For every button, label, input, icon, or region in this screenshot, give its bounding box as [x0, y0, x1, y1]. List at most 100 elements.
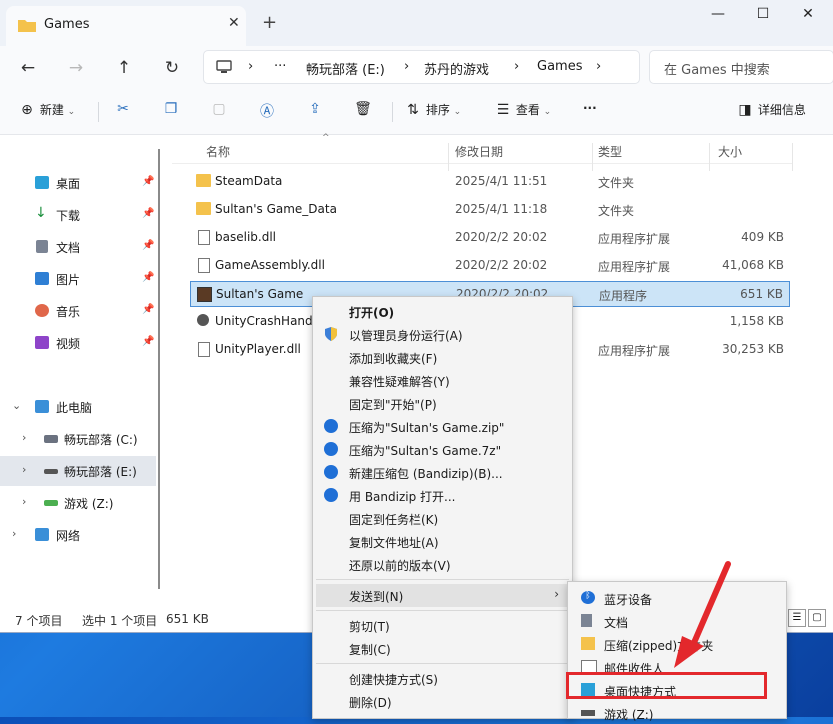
sort-indicator-icon: ^: [322, 133, 330, 143]
sidebar-item-network[interactable]: › 网络: [0, 520, 156, 550]
sidebar-item-music[interactable]: 音乐 📌: [0, 296, 156, 326]
sidebar-item-videos[interactable]: 视频 📌: [0, 328, 156, 358]
minimize-button[interactable]: —: [696, 6, 740, 26]
column-divider[interactable]: [448, 143, 449, 171]
delete-button[interactable]: 🗑: [354, 101, 372, 123]
file-name: Sultan's Game: [216, 287, 304, 301]
breadcrumb-current[interactable]: Games: [537, 59, 582, 74]
close-tab-icon[interactable]: ✕: [228, 15, 240, 31]
close-window-button[interactable]: ✕: [786, 6, 830, 26]
search-input[interactable]: 在 Games 中搜索: [664, 59, 770, 78]
network-icon: [35, 528, 49, 541]
up-button[interactable]: ↑: [111, 55, 137, 81]
chevron-right-icon[interactable]: ›: [22, 495, 26, 508]
details-view-icon[interactable]: ☰: [788, 609, 806, 627]
menu-item-pin-taskbar[interactable]: 固定到任务栏(K): [316, 507, 569, 530]
unity-icon: [197, 314, 209, 326]
address-bar[interactable]: › ··· 畅玩部落 (E:) › 苏丹的游戏 › Games ›: [203, 50, 640, 84]
menu-item-run-as-admin[interactable]: 以管理员身份运行(A): [316, 323, 569, 346]
context-menu: 打开(O) 以管理员身份运行(A) 添加到收藏夹(F) 兼容性疑难解答(Y) 固…: [312, 296, 573, 719]
file-size: 409 KB: [741, 230, 784, 244]
menu-item-zip[interactable]: 压缩为"Sultan's Game.zip": [316, 415, 569, 438]
column-divider[interactable]: [709, 143, 710, 171]
menu-item-send-to[interactable]: 发送到(N) ›: [316, 584, 569, 607]
pin-icon: 📌: [142, 208, 155, 219]
dll-file-icon: [198, 230, 210, 245]
column-divider[interactable]: [792, 143, 793, 171]
breadcrumb-drive[interactable]: 畅玩部落 (E:): [306, 59, 385, 78]
tiles-view-icon[interactable]: ▢: [808, 609, 826, 627]
maximize-button[interactable]: ☐: [741, 6, 785, 26]
submenu-item-label: 蓝牙设备: [604, 593, 653, 607]
menu-item-pin-start[interactable]: 固定到"开始"(P): [316, 392, 569, 415]
menu-item-copy[interactable]: 复制(C): [316, 637, 569, 660]
menu-item-open-bandizip[interactable]: 用 Bandizip 打开...: [316, 484, 569, 507]
details-button[interactable]: ◨ 详细信息: [736, 101, 805, 123]
sidebar-scrollbar[interactable]: [158, 149, 160, 589]
table-row[interactable]: GameAssembly.dll 2020/2/2 20:02 应用程序扩展 4…: [190, 253, 790, 277]
sort-button[interactable]: ⇅ 排序 ⌄: [404, 101, 461, 123]
breadcrumb-more[interactable]: ···: [274, 59, 286, 74]
sidebar-item-pictures[interactable]: 图片 📌: [0, 264, 156, 294]
menu-item-add-favorites[interactable]: 添加到收藏夹(F): [316, 346, 569, 369]
column-type[interactable]: 类型: [598, 143, 622, 160]
tab-games[interactable]: Games ✕: [6, 6, 246, 46]
sidebar-item-downloads[interactable]: ↓ 下载 📌: [0, 200, 156, 230]
table-row[interactable]: Sultan's Game_Data 2025/4/1 11:18 文件夹: [190, 197, 790, 221]
view-button[interactable]: ☰ 查看 ⌄: [494, 101, 552, 123]
chevron-right-icon[interactable]: ›: [12, 527, 16, 540]
send-to-drive-z[interactable]: 游戏 (Z:): [571, 701, 783, 724]
table-row[interactable]: baselib.dll 2020/2/2 20:02 应用程序扩展 409 KB: [190, 225, 790, 249]
file-name: GameAssembly.dll: [215, 258, 325, 272]
drive-icon: [44, 435, 58, 443]
column-date[interactable]: 修改日期: [455, 143, 503, 160]
sidebar-item-this-pc[interactable]: ⌄ 此电脑: [0, 392, 156, 422]
share-button[interactable]: ⇪: [306, 101, 324, 123]
menu-item-cut[interactable]: 剪切(T): [316, 614, 569, 637]
breadcrumb-separator: ›: [404, 59, 410, 74]
menu-item-compat[interactable]: 兼容性疑难解答(Y): [316, 369, 569, 392]
sidebar-item-label: 视频: [56, 337, 81, 351]
new-button[interactable]: ⊕ 新建 ⌄: [18, 101, 75, 123]
cut-button[interactable]: ✂: [114, 101, 132, 123]
menu-item-open[interactable]: 打开(O): [316, 300, 569, 323]
menu-divider: [316, 579, 569, 580]
breadcrumb-folder[interactable]: 苏丹的游戏: [424, 59, 489, 78]
chevron-right-icon[interactable]: ›: [22, 463, 26, 476]
back-button[interactable]: ←: [15, 55, 41, 81]
sidebar-item-drive-c[interactable]: › 畅玩部落 (C:): [0, 424, 156, 454]
menu-item-restore-versions[interactable]: 还原以前的版本(V): [316, 553, 569, 576]
forward-button[interactable]: →: [63, 55, 89, 81]
navigation-pane: 桌面 📌 ↓ 下载 📌 文档 📌 图片 📌 音乐 📌 视频 📌 ⌄ 此电脑 › …: [0, 135, 160, 605]
refresh-button[interactable]: ↻: [159, 55, 185, 81]
folder-icon: [18, 20, 36, 32]
more-options-button[interactable]: ···: [583, 101, 597, 123]
chevron-right-icon[interactable]: ›: [22, 431, 26, 444]
column-name[interactable]: 名称: [206, 143, 230, 160]
menu-item-7z[interactable]: 压缩为"Sultan's Game.7z": [316, 438, 569, 461]
chevron-down-icon[interactable]: ⌄: [12, 399, 21, 412]
copy-button[interactable]: ❐: [162, 101, 180, 123]
search-box[interactable]: 在 Games 中搜索: [649, 50, 833, 84]
menu-item-copy-path[interactable]: 复制文件地址(A): [316, 530, 569, 553]
new-tab-button[interactable]: +: [262, 12, 277, 33]
sidebar-item-label: 桌面: [56, 177, 81, 191]
menu-item-new-archive[interactable]: 新建压缩包 (Bandizip)(B)...: [316, 461, 569, 484]
column-size[interactable]: 大小: [718, 143, 742, 160]
menu-item-create-shortcut[interactable]: 创建快捷方式(S): [316, 667, 569, 690]
toolbar-divider: [98, 102, 99, 122]
sidebar-item-desktop[interactable]: 桌面 📌: [0, 168, 156, 198]
menu-item-delete[interactable]: 删除(D): [316, 690, 569, 713]
bandizip-icon: [324, 442, 338, 456]
sidebar-item-documents[interactable]: 文档 📌: [0, 232, 156, 262]
file-name: Sultan's Game_Data: [215, 202, 337, 216]
column-divider[interactable]: [592, 143, 593, 171]
sidebar-item-drive-z[interactable]: › 游戏 (Z:): [0, 488, 156, 518]
table-row[interactable]: SteamData 2025/4/1 11:51 文件夹: [190, 169, 790, 193]
paste-button[interactable]: ▢: [210, 101, 228, 123]
pin-icon: 📌: [142, 240, 155, 251]
sidebar-item-drive-e[interactable]: › 畅玩部落 (E:): [0, 456, 156, 486]
toolbar-divider: [392, 102, 393, 122]
drive-icon: [581, 710, 595, 716]
rename-button[interactable]: Ⓐ: [258, 101, 276, 123]
